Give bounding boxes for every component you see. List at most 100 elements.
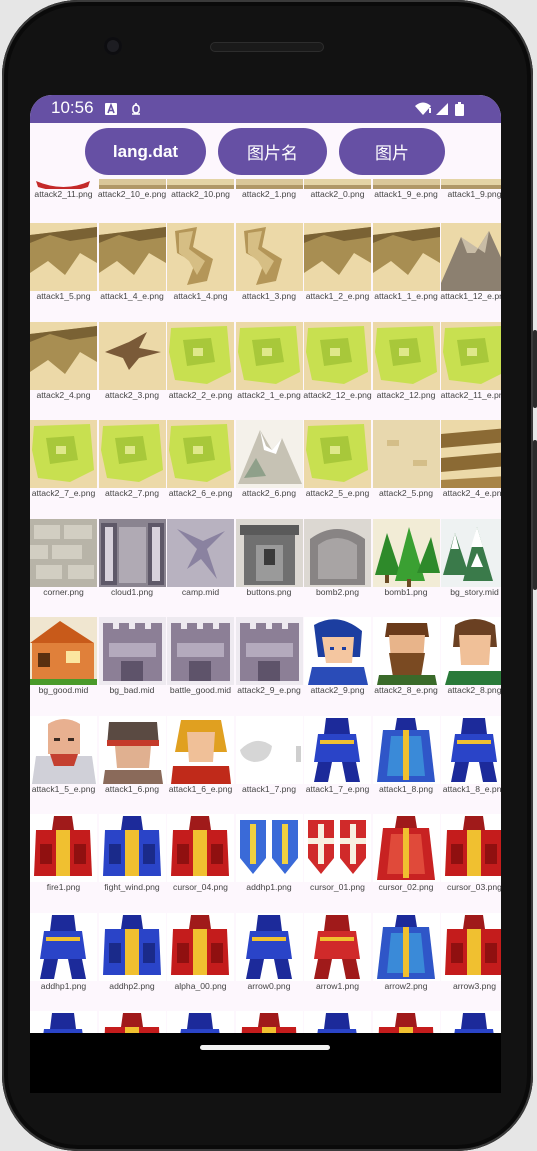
sprite-cell[interactable]: attack2_7_e.png — [30, 420, 97, 518]
sprite-filename: arrow0.png — [247, 980, 291, 991]
sprite-filename: buttons.png — [246, 586, 292, 597]
sprite-filename: attack2_9.png — [310, 685, 365, 695]
sprite-cell[interactable]: attack1_7.png — [235, 715, 303, 814]
sprite-filename: bomb2.png — [315, 586, 359, 597]
sprite-filename: attack2_7.png — [105, 488, 159, 498]
sprite-cell[interactable]: attack1_8_e.png — [441, 715, 501, 814]
sprite-cell[interactable]: attack1_3.png — [235, 223, 303, 321]
sprite-cell[interactable]: bg_bad.mid — [98, 617, 166, 715]
sprite-cell[interactable]: attack2_5.png — [372, 420, 440, 518]
sprite-grid[interactable]: attack2_11.png attack2_10_e.png attack2_10… — [30, 179, 501, 1033]
sprite-filename: fire1.png — [46, 882, 81, 892]
sprite-cell[interactable]: attack2_12.png — [372, 321, 440, 420]
sprite-cell[interactable]: buttons.png — [235, 518, 303, 617]
sprite-thumbnail — [167, 321, 234, 390]
image-button[interactable]: 图片 — [339, 128, 445, 175]
sprite-cell[interactable]: attack2_6_e.png — [167, 420, 234, 518]
sprite-cell[interactable]: attack1_9.png — [441, 179, 501, 207]
sprite-cell[interactable]: attack2_4.png — [30, 321, 97, 420]
sprite-filename: bg_bad.mid — [109, 685, 155, 695]
sprite-thumbnail — [30, 223, 97, 291]
sprite-cell[interactable]: attack2_10_e.png — [98, 179, 166, 207]
sprite-cell[interactable]: bg_story.mid — [441, 518, 501, 617]
sprite-cell[interactable]: addhp1.png — [235, 814, 303, 912]
sprite-cell[interactable]: bg_good.mid — [30, 617, 97, 715]
home-gesture-bar[interactable] — [200, 1045, 330, 1050]
sprite-cell[interactable]: addhp1.png — [30, 912, 97, 1011]
sprite-cell[interactable]: attack1_6_e.png — [167, 715, 234, 814]
sprite-cell[interactable]: cursor_02.png — [372, 814, 440, 912]
sprite-cell[interactable]: attack2_1.png — [235, 179, 303, 207]
sprite-cell[interactable]: cursor_01.png — [304, 814, 371, 912]
sprite-cell[interactable]: attack1_2_e.png — [304, 223, 371, 321]
sprite-cell[interactable]: attack1_5_e.png — [30, 715, 97, 814]
sprite-cell[interactable] — [304, 1011, 371, 1033]
sprite-cell[interactable]: bomb2.png — [304, 518, 371, 617]
sprite-cell[interactable]: attack2_9.png — [304, 617, 371, 715]
image-name-button[interactable]: 图片名 — [218, 128, 327, 175]
sprite-cell[interactable]: attack2_6.png — [235, 420, 303, 518]
sprite-filename: arrow1.png — [316, 980, 359, 991]
sprite-cell[interactable] — [167, 1011, 234, 1033]
sprite-filename: attack1_6_e.png — [168, 783, 233, 794]
sprite-filename: attack2_12_e.png — [303, 389, 372, 400]
sprite-cell[interactable]: attack1_7_e.png — [304, 715, 371, 814]
sprite-cell[interactable]: attack2_1_e.png — [235, 321, 303, 420]
sprite-cell[interactable]: attack2_7.png — [98, 420, 166, 518]
sprite-cell[interactable]: attack1_8.png — [372, 715, 440, 814]
sprite-thumbnail — [30, 420, 97, 488]
sprite-cell[interactable] — [372, 1011, 440, 1033]
sprite-cell[interactable]: bomb1.png — [372, 518, 440, 617]
sprite-cell[interactable]: arrow0.png — [235, 912, 303, 1011]
sprite-cell[interactable]: attack2_12_e.png — [303, 321, 372, 420]
sprite-cell[interactable]: cloud1.png — [98, 518, 166, 617]
sprite-thumbnail — [235, 420, 303, 488]
sprite-cell[interactable] — [441, 1011, 501, 1033]
sprite-cell[interactable]: arrow2.png — [372, 912, 440, 1011]
sprite-cell[interactable]: attack1_1_e.png — [372, 223, 440, 321]
sprite-cell[interactable]: fight_wind.png — [98, 814, 166, 912]
sprite-cell[interactable]: attack2_11.png — [30, 179, 97, 207]
sprite-cell[interactable]: attack1_5.png — [30, 223, 97, 321]
sprite-cell[interactable]: attack1_6.png — [98, 715, 166, 814]
sprite-cell[interactable]: cursor_03.png — [441, 814, 501, 912]
sprite-filename: attack2_8_e.png — [374, 685, 438, 695]
sprite-cell[interactable]: corner.png — [30, 518, 97, 617]
sprite-cell[interactable]: attack2_8_e.png — [372, 617, 440, 715]
sprite-cell[interactable]: fire1.png — [30, 814, 97, 912]
sprite-thumbnail — [235, 179, 303, 189]
sprite-cell[interactable]: attack1_9_e.png — [372, 179, 440, 207]
sprite-cell[interactable]: attack1_4_e.png — [98, 223, 166, 321]
sprite-cell[interactable]: camp.mid — [167, 518, 234, 617]
sprite-cell[interactable]: arrow3.png — [441, 912, 501, 1011]
sprite-filename: attack1_4_e.png — [100, 291, 164, 301]
sprite-cell[interactable]: attack1_4.png — [167, 223, 234, 321]
sprite-cell[interactable] — [30, 1011, 97, 1033]
sprite-cell[interactable]: battle_good.mid — [167, 617, 234, 715]
sprite-cell[interactable]: cursor_04.png — [167, 814, 234, 912]
sprite-cell[interactable]: addhp2.png — [98, 912, 166, 1011]
sprite-cell[interactable]: alpha_00.png — [167, 912, 234, 1011]
sprite-cell[interactable]: attack2_10.png — [167, 179, 234, 207]
sprite-filename: attack2_2_e.png — [168, 389, 233, 400]
sprite-cell[interactable]: attack2_0.png — [304, 179, 371, 207]
sprite-filename: attack1_6.png — [105, 783, 159, 794]
sprite-thumbnail — [36, 181, 90, 189]
lang-dat-button[interactable]: lang.dat — [85, 128, 206, 175]
sprite-cell[interactable]: attack2_4_e.png — [441, 420, 501, 518]
sprite-cell[interactable]: attack2_2_e.png — [167, 321, 234, 420]
sprite-cell[interactable]: attack2_8.png — [441, 617, 501, 715]
sprite-filename: bg_story.mid — [450, 586, 499, 597]
sprite-cell[interactable]: attack1_12_e.png — [440, 223, 501, 321]
sprite-cell[interactable]: attack2_5_e.png — [304, 420, 371, 518]
sprite-cell[interactable]: attack2_11_e.png — [441, 321, 501, 420]
sprite-thumbnail — [372, 715, 440, 784]
sprite-cell[interactable]: attack2_9_e.png — [235, 617, 303, 715]
sprite-thumbnail — [167, 912, 234, 981]
sprite-cell[interactable] — [98, 1011, 166, 1033]
sprite-cell[interactable]: attack2_3.png — [98, 321, 166, 420]
sprite-filename: cloud1.png — [110, 586, 154, 597]
sprite-thumbnail — [304, 420, 371, 488]
sprite-cell[interactable]: arrow1.png — [304, 912, 371, 1011]
sprite-cell[interactable] — [235, 1011, 303, 1033]
